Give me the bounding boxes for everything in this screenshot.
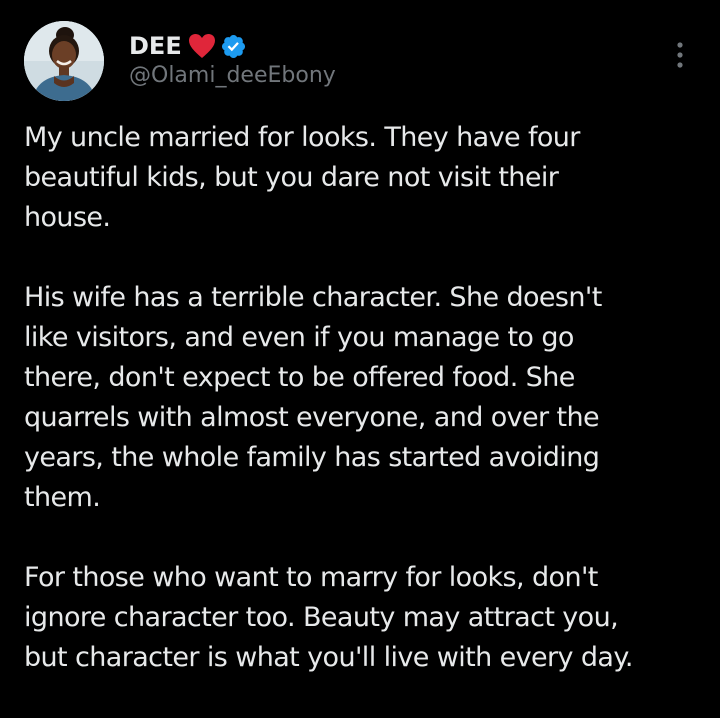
display-name[interactable]: DEE [129, 32, 182, 60]
author-handle[interactable]: @Olami_deeEbony [129, 63, 336, 88]
more-vertical-icon [677, 42, 683, 68]
heart-icon [188, 33, 216, 59]
verified-icon[interactable] [220, 33, 247, 60]
tweet-paragraph: My uncle married for looks. They have fo… [24, 122, 580, 233]
avatar[interactable] [24, 21, 104, 101]
author-name-row[interactable]: DEE [129, 30, 247, 62]
tweet-paragraph: His wife has a terrible character. She d… [24, 282, 602, 513]
profile-photo [24, 21, 104, 101]
tweet-text: My uncle married for looks. They have fo… [24, 118, 704, 718]
tweet-paragraph: For those who want to marry for looks, d… [24, 562, 633, 673]
more-options-button[interactable] [668, 38, 692, 72]
tweet: DEE @Olami_deeEbony My uncle married for… [0, 0, 720, 688]
